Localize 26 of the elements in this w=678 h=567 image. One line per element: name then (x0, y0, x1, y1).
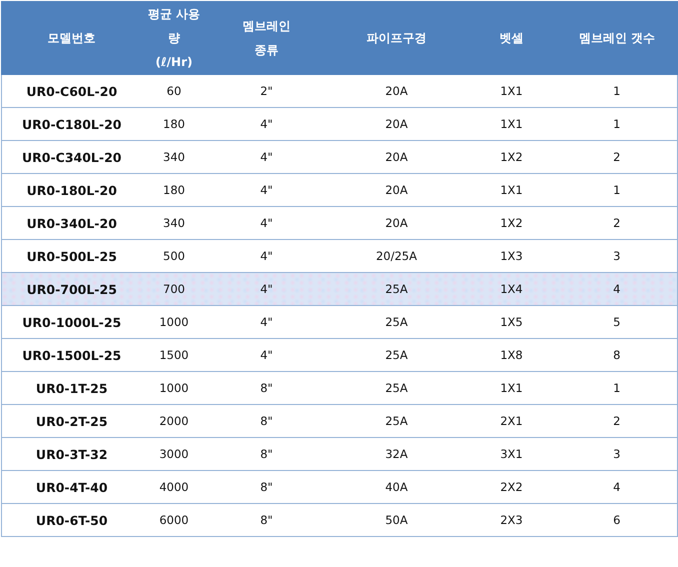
table-row[interactable]: UR0-180L-20 180 4" 20A 1X1 1 (2, 174, 678, 206)
column-header: 멤브레인 종류 (206, 2, 326, 74)
table-row[interactable]: UR0-C60L-20 60 2" 20A 1X1 1 (2, 74, 678, 108)
table-row[interactable]: UR0-4T-40 4000 8" 40A 2X2 4 (2, 470, 678, 504)
table-row[interactable]: UR0-340L-20 340 4" 20A 1X2 2 (2, 206, 678, 240)
table-row[interactable]: UR0-1000L-25 1000 4" 25A 1X5 5 (2, 306, 678, 338)
table-row[interactable]: UR0-C180L-20 180 4" 20A 1X1 1 (2, 108, 678, 140)
column-header: 평균 사용량 (ℓ/Hr) (142, 2, 206, 74)
table-cell: 2X3 (466, 504, 556, 536)
table-row[interactable]: UR0-6T-50 6000 8" 50A 2X3 6 (2, 504, 678, 536)
table-row[interactable]: UR0-C340L-20 340 4" 20A 1X2 2 (2, 140, 678, 174)
column-header: 모델번호 (2, 2, 142, 74)
table-row[interactable]: UR0-2T-25 2000 8" 25A 2X1 2 (2, 404, 678, 438)
table-row[interactable]: UR0-3T-32 3000 8" 32A 3X1 3 (2, 438, 678, 470)
table-cell: 50A (326, 504, 466, 536)
column-header: 멤브레인 갯수 (556, 2, 678, 74)
table-cell: 6 (556, 504, 678, 536)
column-header: 벳셀 (466, 2, 556, 74)
table-cell: 8" (206, 504, 326, 536)
table-cell: UR0-6T-50 (2, 504, 142, 536)
table-row[interactable]: UR0-500L-25 500 4" 20/25A 1X3 3 (2, 240, 678, 272)
table-row[interactable]: UR0-1T-25 1000 8" 25A 1X1 1 (2, 372, 678, 404)
table-row[interactable]: UR0-700L-25 700 4" 25A 1X4 4 (2, 272, 678, 306)
table-cell: 6000 (142, 504, 206, 536)
column-header: 파이프구경 (326, 2, 466, 74)
table-row[interactable]: UR0-1500L-25 1500 4" 25A 1X8 8 (2, 338, 678, 372)
